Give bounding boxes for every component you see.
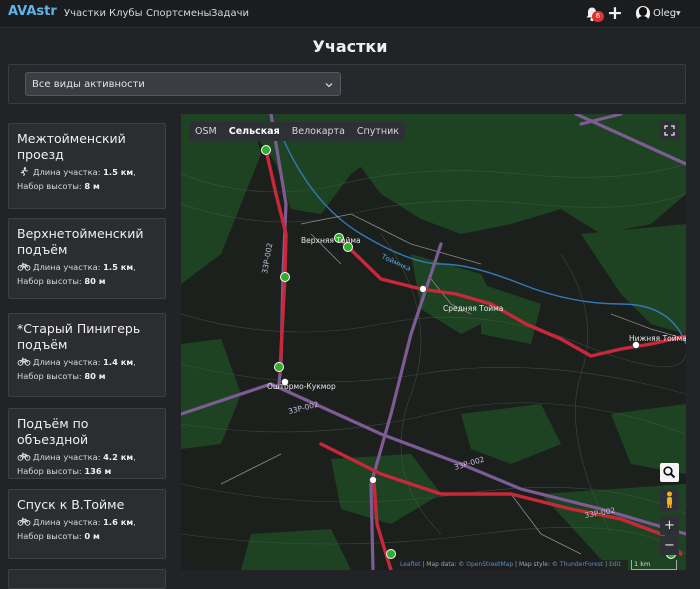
segment-climb: 80 м	[84, 371, 106, 381]
length-label: Длина участка:	[33, 452, 101, 462]
pegman-icon	[667, 491, 672, 508]
bicycle-icon	[17, 452, 31, 461]
length-label: Длина участка:	[33, 357, 101, 367]
map-data-text: Map data: ©	[426, 561, 465, 568]
leaflet-link[interactable]: Leaflet	[400, 561, 420, 568]
map-search-button[interactable]	[660, 463, 679, 482]
street-view-button[interactable]	[660, 489, 679, 511]
top-navbar: AVAstr Участки Клубы Спортсмены Задачи 6…	[0, 0, 700, 28]
layer-osm[interactable]: OSM	[189, 122, 223, 141]
avatar-body	[637, 16, 649, 21]
map-style-text: Map style: ©	[518, 561, 558, 568]
place-label: Верхняя Тойма	[301, 236, 361, 245]
segment-title[interactable]: Спуск к В.Тойме	[17, 497, 157, 513]
layer-satellite[interactable]: Спутник	[351, 122, 405, 141]
segment-climb: 8 м	[84, 181, 100, 191]
layer-bike[interactable]: Велокарта	[286, 122, 351, 141]
place-label: Нижняя Тойма	[629, 334, 686, 343]
map-canvas[interactable]: Верхняя Тойма Средняя Тойма Нижняя Тойма…	[181, 114, 686, 570]
edit-link[interactable]: Edit	[609, 561, 621, 568]
map-view[interactable]: Верхняя Тойма Средняя Тойма Нижняя Тойма…	[181, 114, 686, 570]
climb-label: Набор высоты:	[17, 371, 82, 381]
runner-icon	[20, 167, 28, 176]
segment-length: 1.6 км	[103, 517, 134, 527]
segment-card[interactable]: Спуск к В.Тойме Длина участка: 1.6 км, Н…	[8, 489, 166, 559]
segment-card[interactable]: Верхнетойменский подъём Длина участка: 1…	[8, 218, 166, 299]
climb-label: Набор высоты:	[17, 466, 82, 476]
brand-logo[interactable]: AVAstr	[8, 4, 57, 19]
segment-card[interactable]: *Старый Пинигерь подъём Длина участка: 1…	[8, 313, 166, 397]
add-icon[interactable]: +	[607, 3, 623, 23]
avatar[interactable]	[636, 6, 650, 21]
segment-meta: Длина участка: 1.5 км, Набор высоты: 8 м	[17, 167, 136, 191]
segment-climb: 136 м	[84, 466, 112, 476]
segment-title[interactable]: Подъём по объездной	[17, 416, 157, 448]
filter-panel: Все виды активности	[8, 64, 686, 104]
segment-climb: 0 м	[84, 531, 100, 541]
segment-meta: Длина участка: 1.6 км, Набор высоты: 0 м	[17, 517, 136, 541]
layer-rural[interactable]: Сельская	[223, 122, 286, 141]
segment-meta: Длина участка: 4.2 км, Набор высоты: 136…	[17, 452, 136, 476]
zoom-out-button[interactable]: −	[660, 536, 679, 555]
place-label: Средняя Тойма	[443, 304, 503, 313]
thunderforest-link[interactable]: ThunderForest	[560, 561, 603, 568]
fullscreen-button[interactable]	[660, 121, 679, 140]
place-label: Оштормо-Кукмор	[267, 382, 336, 391]
segment-climb: 80 м	[84, 276, 106, 286]
climb-label: Набор высоты:	[17, 276, 82, 286]
length-label: Длина участка:	[33, 517, 101, 527]
length-label: Длина участка:	[33, 167, 101, 177]
segment-length: 4.2 км	[103, 452, 134, 462]
nav-clubs[interactable]: Клубы	[109, 8, 142, 19]
segment-length: 1.4 км	[103, 357, 134, 367]
osm-link[interactable]: OpenStreetMap	[466, 561, 513, 568]
segment-title[interactable]: Межтойменский проезд	[17, 131, 157, 163]
length-label: Длина участка:	[33, 262, 101, 272]
climb-label: Набор высоты:	[17, 181, 82, 191]
fullscreen-icon	[664, 125, 675, 136]
segment-title[interactable]: *Старый Пинигерь подъём	[17, 321, 157, 353]
activity-select[interactable]: Все виды активности	[25, 72, 341, 96]
bicycle-icon	[17, 517, 31, 526]
segment-title[interactable]: Верхнетойменский подъём	[17, 226, 157, 258]
nav-segments[interactable]: Участки	[64, 8, 106, 19]
chevron-down-icon	[325, 83, 333, 88]
segment-meta: Длина участка: 1.4 км, Набор высоты: 80 …	[17, 357, 136, 381]
caret-down-icon[interactable]: ▼	[676, 10, 681, 17]
bicycle-icon	[17, 262, 31, 271]
nav-tasks[interactable]: Задачи	[211, 8, 249, 19]
segment-length: 1.5 км	[103, 167, 134, 177]
map-attribution: Leaflet | Map data: © OpenStreetMap | Ma…	[398, 560, 628, 570]
segment-card[interactable]: Подъём по объездной Длина участка: 4.2 к…	[8, 408, 166, 479]
map-scale: 1 km	[631, 560, 677, 570]
segment-meta: Длина участка: 1.5 км, Набор высоты: 80 …	[17, 262, 136, 286]
climb-label: Набор высоты:	[17, 531, 82, 541]
segment-card[interactable]	[8, 569, 166, 589]
activity-select-value: Все виды активности	[32, 79, 145, 90]
layer-switcher: OSM Сельская Велокарта Спутник	[189, 122, 406, 141]
nav-athletes[interactable]: Спортсмены	[146, 8, 211, 19]
search-icon	[663, 466, 676, 479]
page-title: Участки	[312, 37, 388, 56]
zoom-in-button[interactable]: +	[660, 516, 679, 535]
segment-length: 1.5 км	[103, 262, 134, 272]
avatar-head	[639, 7, 647, 16]
segment-card[interactable]: Межтойменский проезд Длина участка: 1.5 …	[8, 123, 166, 209]
username[interactable]: Oleg	[653, 8, 676, 19]
notification-badge: 6	[592, 11, 604, 22]
bicycle-icon	[17, 357, 31, 366]
